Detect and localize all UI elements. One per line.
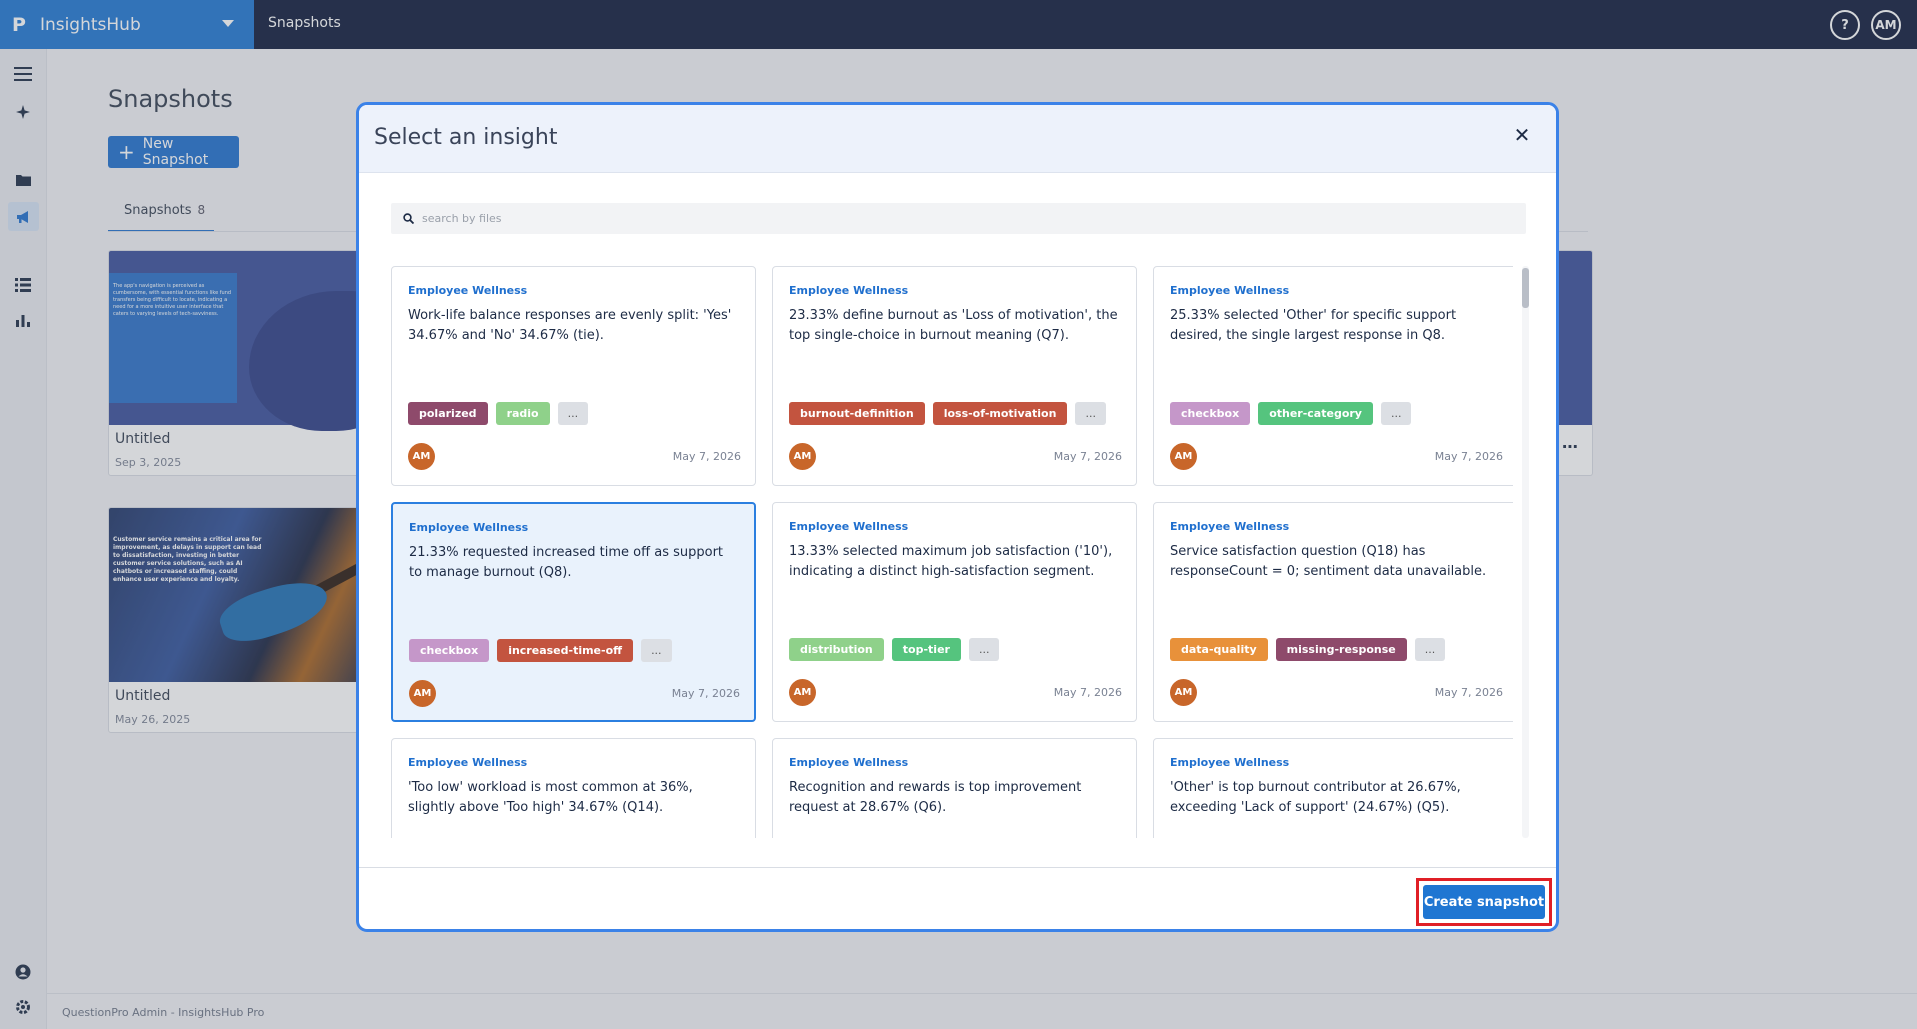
modal-footer-divider [359,867,1556,868]
insight-text: 'Other' is top burnout contributor at 26… [1170,780,1461,815]
author-avatar: AM [1170,679,1197,706]
insight-text: Recognition and rewards is top improveme… [789,780,1082,815]
tag-badge[interactable]: increased-time-off [497,639,634,662]
more-tags-button[interactable]: ... [557,402,589,425]
author-avatar: AM [408,443,435,470]
insight-date: May 7, 2026 [672,450,741,463]
insight-date: May 7, 2026 [1053,686,1122,699]
tag-list: distribution top-tier... [789,638,1000,661]
insight-category: Employee Wellness [1170,756,1290,769]
tag-list: burnout-definition loss-of-motivation... [789,402,1106,425]
insight-text: 25.33% selected 'Other' for specific sup… [1170,308,1457,343]
author-avatar: AM [789,679,816,706]
insight-category: Employee Wellness [408,284,528,297]
insight-category: Employee Wellness [1170,284,1290,297]
author-avatar: AM [1170,443,1197,470]
more-tags-button[interactable]: ... [641,639,672,662]
create-snapshot-button[interactable]: Create snapshot [1423,885,1545,919]
tag-badge[interactable]: distribution [789,638,884,661]
scrollbar-thumb[interactable] [1522,268,1529,308]
tag-badge[interactable]: data-quality [1170,638,1268,661]
insight-card[interactable]: Employee Wellness 25.33% selected 'Other'… [1153,266,1513,486]
more-tags-button[interactable]: ... [1075,402,1106,425]
more-tags-button[interactable]: ... [968,638,1000,661]
insight-category: Employee Wellness [408,756,528,769]
tag-badge[interactable]: missing-response [1275,638,1407,661]
close-icon[interactable]: ✕ [1510,123,1534,147]
insight-card[interactable]: Employee Wellness Service satisfaction qu… [1153,502,1513,722]
tag-list: checkbox increased-time-off... [409,639,672,662]
insight-card[interactable]: Employee Wellness Recognition and rewards… [772,738,1137,838]
tag-badge[interactable]: radio [495,402,550,425]
modal-title: Select an insight [374,125,558,150]
insight-grid: Employee Wellness Work-life balance respo… [391,266,1513,838]
insight-text: 21.33% requested increased time off as s… [409,545,724,580]
tag-badge[interactable]: top-tier [891,638,961,661]
insight-date: May 7, 2026 [1053,450,1122,463]
insight-card[interactable]: Employee Wellness 'Other' is top burnout … [1153,738,1513,838]
insight-text: 'Too low' workload is most common at 36%… [408,780,693,815]
tag-badge[interactable]: loss-of-motivation [932,402,1068,425]
tag-list: data-quality missing-response... [1170,638,1446,661]
insight-category: Employee Wellness [789,284,909,297]
select-insight-modal: Select an insight ✕ Employee Wellness Wor… [356,102,1559,932]
insight-category: Employee Wellness [409,521,529,534]
create-snapshot-highlight: Create snapshot [1416,878,1552,926]
author-avatar: AM [409,680,436,707]
insight-card[interactable]: Employee Wellness 21.33% requested increa… [391,502,756,722]
insight-text: 13.33% selected maximum job satisfaction… [789,544,1113,579]
insight-date: May 7, 2026 [1434,686,1503,699]
insight-card[interactable]: Employee Wellness 13.33% selected maximum… [772,502,1137,722]
search-icon [403,213,414,224]
author-avatar: AM [789,443,816,470]
tag-list: checkbox other-category... [1170,402,1412,425]
insight-text: Work-life balance responses are evenly s… [408,308,732,343]
modal-header: Select an insight ✕ [359,105,1556,173]
tag-badge[interactable]: other-category [1258,402,1373,425]
more-tags-button[interactable]: ... [1414,638,1446,661]
insight-category: Employee Wellness [789,520,909,533]
search-input[interactable] [422,212,1502,225]
insight-text: Service satisfaction question (Q18) has … [1170,544,1487,579]
tag-badge[interactable]: polarized [408,402,488,425]
insight-card[interactable]: Employee Wellness 23.33% define burnout a… [772,266,1137,486]
tag-badge[interactable]: burnout-definition [789,402,925,425]
tag-list: polarized radio... [408,402,589,425]
insight-category: Employee Wellness [789,756,909,769]
scrollbar[interactable] [1522,266,1529,838]
insight-date: May 7, 2026 [1434,450,1503,463]
search-bar [391,203,1526,234]
tag-badge[interactable]: checkbox [409,639,490,662]
insight-card[interactable]: Employee Wellness 'Too low' workload is m… [391,738,756,838]
more-tags-button[interactable]: ... [1380,402,1412,425]
insight-category: Employee Wellness [1170,520,1290,533]
insight-date: May 7, 2026 [671,687,740,700]
insight-text: 23.33% define burnout as 'Loss of motiva… [789,308,1118,343]
insight-card[interactable]: Employee Wellness Work-life balance respo… [391,266,756,486]
tag-badge[interactable]: checkbox [1170,402,1251,425]
